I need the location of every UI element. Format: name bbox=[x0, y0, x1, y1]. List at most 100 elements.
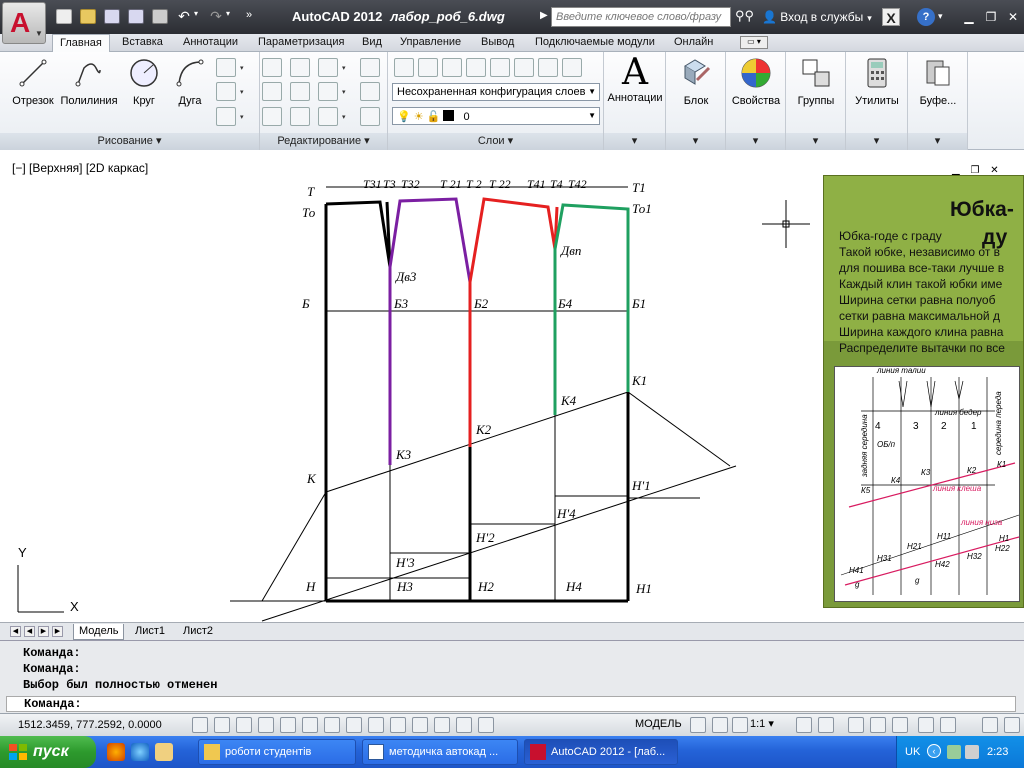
quick-properties-icon[interactable] bbox=[456, 717, 472, 733]
rectangle-icon[interactable] bbox=[216, 58, 236, 77]
clipboard-button[interactable]: Буфе... bbox=[908, 56, 968, 107]
clean-screen-icon[interactable] bbox=[982, 717, 998, 733]
groups-expand[interactable]: ▾ bbox=[786, 133, 845, 150]
transparency-icon[interactable] bbox=[434, 717, 450, 733]
status-menu-icon[interactable] bbox=[1004, 717, 1020, 733]
fillet-dropdown[interactable]: ▾ bbox=[342, 88, 346, 96]
firefox-icon[interactable] bbox=[107, 743, 125, 761]
tab-layout1[interactable]: Лист1 bbox=[130, 624, 170, 640]
search-expand-icon[interactable]: ▶ bbox=[540, 10, 548, 21]
tray-arrow-icon[interactable]: ‹ bbox=[927, 744, 941, 758]
tray-icon[interactable] bbox=[965, 745, 979, 759]
notepad-icon[interactable] bbox=[155, 743, 173, 761]
line-tool[interactable]: Отрезок bbox=[8, 56, 58, 107]
close-icon[interactable]: ✕ bbox=[1004, 9, 1022, 25]
properties-button[interactable]: Свойства bbox=[726, 56, 786, 107]
workspace-switching-icon[interactable] bbox=[848, 717, 864, 733]
mirror-icon[interactable] bbox=[290, 82, 310, 101]
object-snap-icon[interactable] bbox=[302, 717, 318, 733]
draw-panel-title[interactable]: Рисование ▾ bbox=[0, 133, 259, 150]
modify-panel-title[interactable]: Редактирование ▾ bbox=[260, 133, 387, 150]
erase-icon[interactable] bbox=[360, 58, 380, 77]
plot-icon[interactable] bbox=[152, 9, 168, 24]
layer-select[interactable]: 💡 ☀ 🔓 0 ▼ bbox=[392, 107, 600, 125]
annotation-scale[interactable]: 1:1 ▾ bbox=[750, 717, 774, 730]
offset-icon[interactable] bbox=[360, 107, 380, 126]
tab-plugins[interactable]: Подключаемые модули bbox=[535, 34, 655, 52]
hardware-acceleration-icon[interactable] bbox=[892, 717, 908, 733]
hatch-icon[interactable] bbox=[216, 82, 236, 101]
dynamic-ucs-icon[interactable] bbox=[368, 717, 384, 733]
undo-icon[interactable]: ↶ bbox=[176, 9, 192, 24]
trim-dropdown[interactable]: ▾ bbox=[342, 64, 346, 72]
layer-properties-icon[interactable] bbox=[394, 58, 414, 77]
array-dropdown[interactable]: ▾ bbox=[342, 113, 346, 121]
utilities-button[interactable]: Утилиты bbox=[846, 56, 908, 107]
application-menu-button[interactable]: A ▼ bbox=[2, 2, 46, 44]
taskbar-item-word[interactable]: методичка автокад ... bbox=[362, 739, 518, 765]
qat-more-icon[interactable]: » bbox=[246, 9, 262, 24]
save-icon[interactable] bbox=[104, 9, 120, 24]
fillet-icon[interactable] bbox=[318, 82, 338, 101]
sign-in-button[interactable]: 👤 Вход в службы ▾ bbox=[762, 10, 872, 24]
tab-layout2[interactable]: Лист2 bbox=[178, 624, 218, 640]
tab-manage[interactable]: Управление bbox=[400, 34, 461, 52]
block-expand[interactable]: ▾ bbox=[666, 133, 725, 150]
lineweight-icon[interactable] bbox=[412, 717, 428, 733]
move-icon[interactable] bbox=[262, 58, 282, 77]
help-dropdown-icon[interactable]: ▾ bbox=[938, 11, 943, 22]
restore-icon[interactable]: ❐ bbox=[982, 9, 1000, 25]
save-as-icon[interactable] bbox=[128, 9, 144, 24]
clock[interactable]: 2:23 bbox=[987, 746, 1008, 758]
rotate-icon[interactable] bbox=[290, 58, 310, 77]
prev-layout-button[interactable]: ◀ bbox=[24, 626, 35, 637]
command-input[interactable]: Команда: bbox=[6, 696, 1016, 712]
tray-icon[interactable] bbox=[947, 745, 961, 759]
layer-walk-icon[interactable] bbox=[562, 58, 582, 77]
internet-explorer-icon[interactable] bbox=[131, 743, 149, 761]
hatch-dropdown[interactable]: ▾ bbox=[240, 88, 244, 96]
dynamic-input-icon[interactable] bbox=[390, 717, 406, 733]
lightbulb-status-icon[interactable] bbox=[940, 717, 956, 733]
auto-scale-icon[interactable] bbox=[818, 717, 834, 733]
layer-state-select[interactable]: Несохраненная конфигурация слоев ▼ bbox=[392, 83, 600, 101]
utilities-expand[interactable]: ▾ bbox=[846, 133, 907, 150]
infer-constraints-icon[interactable] bbox=[192, 717, 208, 733]
polyline-tool[interactable]: Полилиния bbox=[60, 56, 118, 107]
block-button[interactable]: Блок bbox=[666, 56, 726, 107]
clipboard-expand[interactable]: ▾ bbox=[908, 133, 967, 150]
next-layout-button[interactable]: ▶ bbox=[38, 626, 49, 637]
new-icon[interactable] bbox=[56, 9, 72, 24]
array-icon[interactable] bbox=[318, 107, 338, 126]
open-icon[interactable] bbox=[80, 9, 96, 24]
last-layout-button[interactable]: ▶ bbox=[52, 626, 63, 637]
3d-object-snap-icon[interactable] bbox=[324, 717, 340, 733]
trim-icon[interactable] bbox=[318, 58, 338, 77]
explode-icon[interactable] bbox=[360, 82, 380, 101]
copy-icon[interactable] bbox=[262, 82, 282, 101]
selection-cycling-icon[interactable] bbox=[478, 717, 494, 733]
language-indicator[interactable]: UK bbox=[905, 746, 920, 758]
first-layout-button[interactable]: ◀ bbox=[10, 626, 21, 637]
arc-tool[interactable]: Дуга bbox=[168, 56, 212, 107]
drawing-area[interactable]: [−] [Верхняя] [2D каркас] ▁ ❐ ✕ Y X Т То… bbox=[0, 157, 1024, 622]
lock-toolbar-icon[interactable] bbox=[870, 717, 886, 733]
tab-model[interactable]: Модель bbox=[73, 624, 125, 640]
snap-mode-icon[interactable] bbox=[214, 717, 230, 733]
ortho-mode-icon[interactable] bbox=[258, 717, 274, 733]
search-input[interactable]: Введите ключевое слово/фразу bbox=[551, 7, 731, 27]
quick-view-layouts-icon[interactable] bbox=[690, 717, 706, 733]
model-space-button[interactable]: МОДЕЛЬ bbox=[635, 717, 682, 733]
tab-home[interactable]: Главная bbox=[52, 34, 110, 52]
tab-parametric[interactable]: Параметризация bbox=[258, 34, 344, 52]
coordinates-readout[interactable]: 1512.3459, 777.2592, 0.0000 bbox=[18, 719, 162, 731]
tab-output[interactable]: Вывод bbox=[481, 34, 514, 52]
ribbon-minimize-button[interactable]: ▭ ▾ bbox=[740, 36, 768, 49]
grid-display-icon[interactable] bbox=[236, 717, 252, 733]
embedded-image[interactable]: Юбка- ду Юбка-годе с граду Такой юбке, н… bbox=[823, 175, 1024, 608]
isolate-objects-icon[interactable] bbox=[918, 717, 934, 733]
object-snap-tracking-icon[interactable] bbox=[346, 717, 362, 733]
stretch-icon[interactable] bbox=[262, 107, 282, 126]
binoculars-icon[interactable]: ⚲⚲ bbox=[735, 8, 757, 26]
redo-dropdown[interactable]: ▾ bbox=[226, 9, 242, 24]
